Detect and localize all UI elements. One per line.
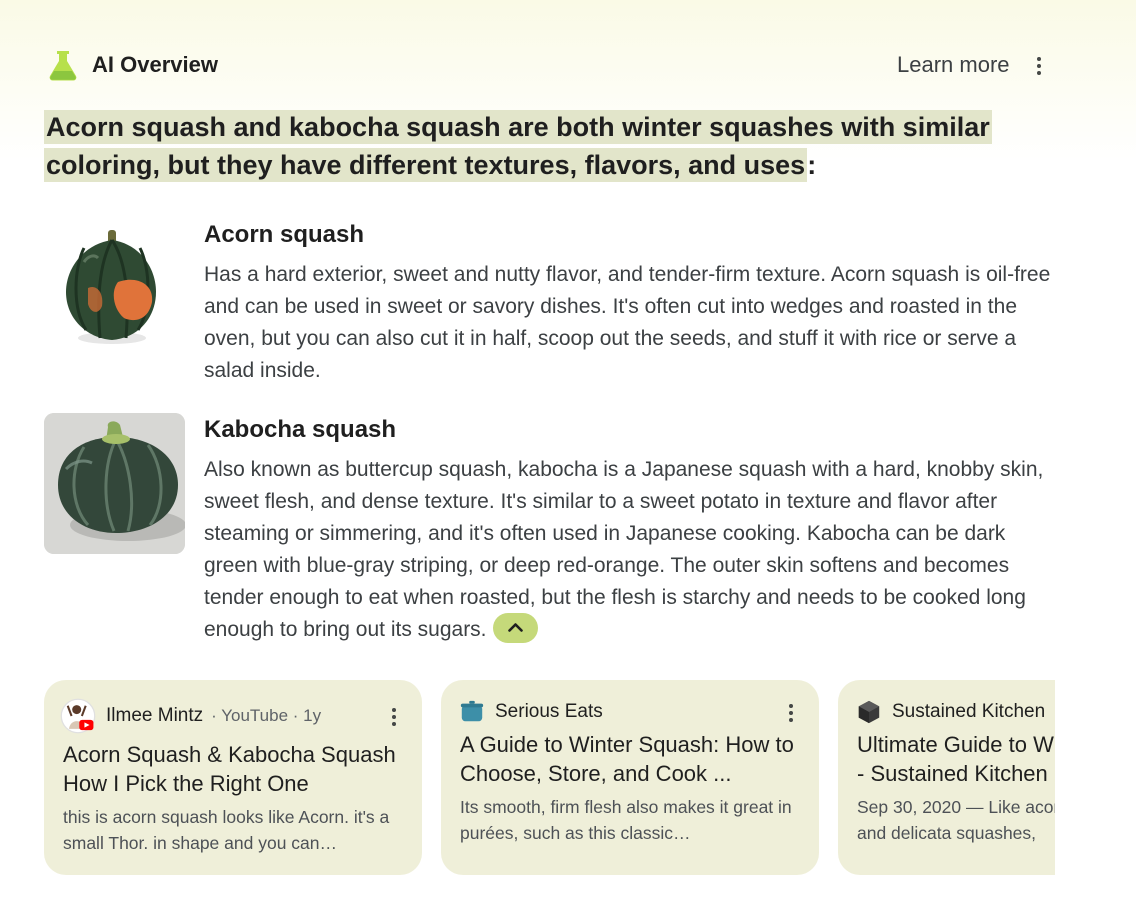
source-snippet-line: Sep 30, 2020 — Like acorn [857,797,1055,817]
source-card-sustained-kitchen[interactable]: Sustained Kitchen Ultimate Guide to Wint… [838,680,1055,875]
source-title[interactable]: A Guide to Winter Squash: How to Choose,… [460,730,805,788]
flask-icon [49,51,77,81]
section-body-acorn: Has a hard exterior, sweet and nutty fla… [204,263,1051,382]
source-name: Ilmee Mintz [106,705,204,726]
section-title-acorn: Acorn squash [204,221,365,248]
source-name: Serious Eats [495,701,603,722]
source-snippet-line: and delicata squashes, [857,823,1037,843]
source-header: Serious Eats [459,698,603,726]
source-title-line: - Sustained Kitchen [857,761,1048,786]
overview-summary: Acorn squash and kabocha squash are both… [44,108,1044,184]
more-vert-icon[interactable] [388,706,400,728]
source-header: Sustained Kitchen [856,698,1045,726]
ai-overview-header: AI Overview Learn more [0,0,1136,110]
source-card-serious-eats[interactable]: Serious Eats A Guide to Winter Squash: H… [441,680,819,875]
section-title-kabocha: Kabocha squash [204,416,397,443]
section-body-kabocha: Also known as buttercup squash, kabocha … [204,454,1059,646]
acorn-squash-image[interactable] [44,218,185,359]
section-body-kabocha-text: Also known as buttercup squash, kabocha … [204,458,1044,641]
summary-highlight: Acorn squash and kabocha squash are both… [44,110,992,182]
chevron-up-icon [507,623,523,633]
source-snippet: Sep 30, 2020 — Like acorn and delicata s… [857,794,1055,846]
source-name: Sustained Kitchen [892,701,1046,722]
channel-avatar-icon [60,698,96,734]
summary-tail: : [807,150,817,180]
source-snippet: this is acorn squash looks like Acorn. i… [63,807,390,853]
more-vert-icon[interactable] [1029,54,1049,78]
source-title-line: Ultimate Guide to Winter [857,732,1055,757]
source-title[interactable]: Ultimate Guide to Winter - Sustained Kit… [857,730,1055,788]
acorn-squash-illustration [66,230,156,344]
source-cards: Ilmee Mintz · YouTube · 1y Acorn Squash … [44,680,1055,876]
learn-more-link[interactable]: Learn more [897,51,1010,79]
ai-overview-title: AI Overview [92,52,218,77]
source-card-youtube[interactable]: Ilmee Mintz · YouTube · 1y Acorn Squash … [44,680,422,875]
source-snippet: Its smooth, firm flesh also makes it gre… [460,797,792,843]
source-title[interactable]: Acorn Squash & Kabocha Squash How I Pick… [63,740,408,798]
pot-icon [460,700,484,722]
collapse-button[interactable] [492,613,538,644]
source-header: Ilmee Mintz · YouTube · 1y [60,698,322,734]
kabocha-squash-illustration [44,413,185,554]
source-meta: · YouTube · 1y [211,706,322,725]
more-vert-icon[interactable] [785,702,797,724]
kabocha-squash-image[interactable] [44,413,185,554]
cube-icon [858,700,880,724]
